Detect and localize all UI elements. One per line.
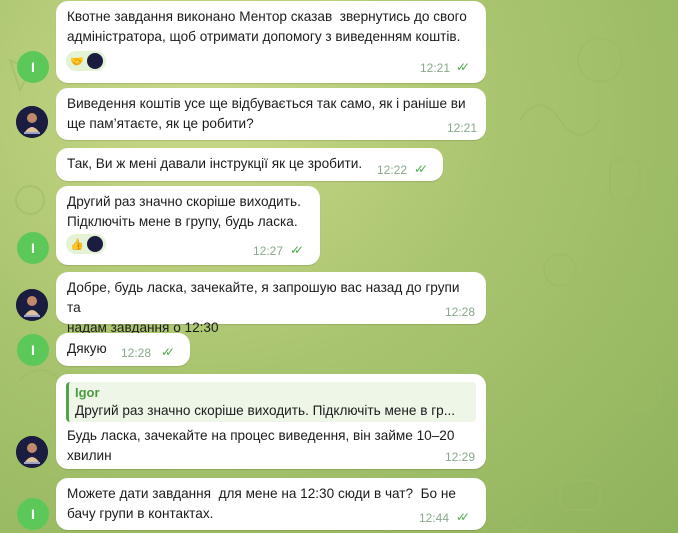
user-avatar[interactable]: I [17,334,49,366]
message-time: 12:22 [377,163,408,177]
contact-photo-icon [16,289,48,321]
user-avatar[interactable]: I [17,51,49,83]
contact-avatar[interactable] [16,106,48,138]
read-checkmarks-icon: ✓✓ [414,162,428,176]
message-time: 12:28 [445,305,476,319]
message-time: 12:29 [445,450,476,464]
contact-avatar[interactable] [16,436,48,468]
read-checkmarks-icon: ✓✓ [456,60,470,74]
message-text: Можете дати завдання для мене на 12:30 с… [67,486,456,521]
read-checkmarks-icon: ✓✓ [290,243,304,257]
read-checkmarks-icon: ✓✓ [161,345,175,359]
contact-photo-icon [16,106,48,138]
message-text: Виведення коштів усе ще відбувається так… [67,96,466,131]
message-time: 12:21 [420,61,451,75]
read-checkmarks-icon: ✓✓ [456,510,470,524]
quote-text: Другий раз значно скоріше виходить. Підк… [75,403,456,418]
message-time: 12:27 [253,244,284,258]
reactor-avatar [87,236,103,252]
reply-quote[interactable]: Igor Другий раз значно скоріше виходить.… [66,382,476,422]
reactor-avatar [87,53,103,69]
message-text: Квотне завдання виконано Ментор сказав з… [67,9,467,44]
user-avatar[interactable]: I [17,232,49,264]
reaction-emoji[interactable]: 👍 [69,236,85,252]
quote-author: Igor [75,385,100,400]
contact-photo-icon [16,436,48,468]
user-avatar[interactable]: I [17,498,49,530]
message-bubble[interactable]: Виведення коштів усе ще відбувається так… [56,88,486,140]
message-time: 12:44 [419,511,450,525]
message-text: Будь ласка, зачекайте на процес виведенн… [67,428,455,463]
message-time: 12:21 [447,121,478,135]
reactions-bar[interactable]: 👍 [66,234,106,254]
message-bubble[interactable]: Добре, будь ласка, зачекайте, я запрошую… [56,272,486,335]
reaction-emoji[interactable]: 🤝 [69,53,85,69]
message-text: Добре, будь ласка, зачекайте, я запрошую… [67,280,460,335]
message-text: Другий раз значно скоріше виходить. Підк… [67,194,301,229]
message-time: 12:28 [121,346,152,360]
reactions-bar[interactable]: 🤝 [66,51,106,71]
contact-avatar[interactable] [16,289,48,321]
